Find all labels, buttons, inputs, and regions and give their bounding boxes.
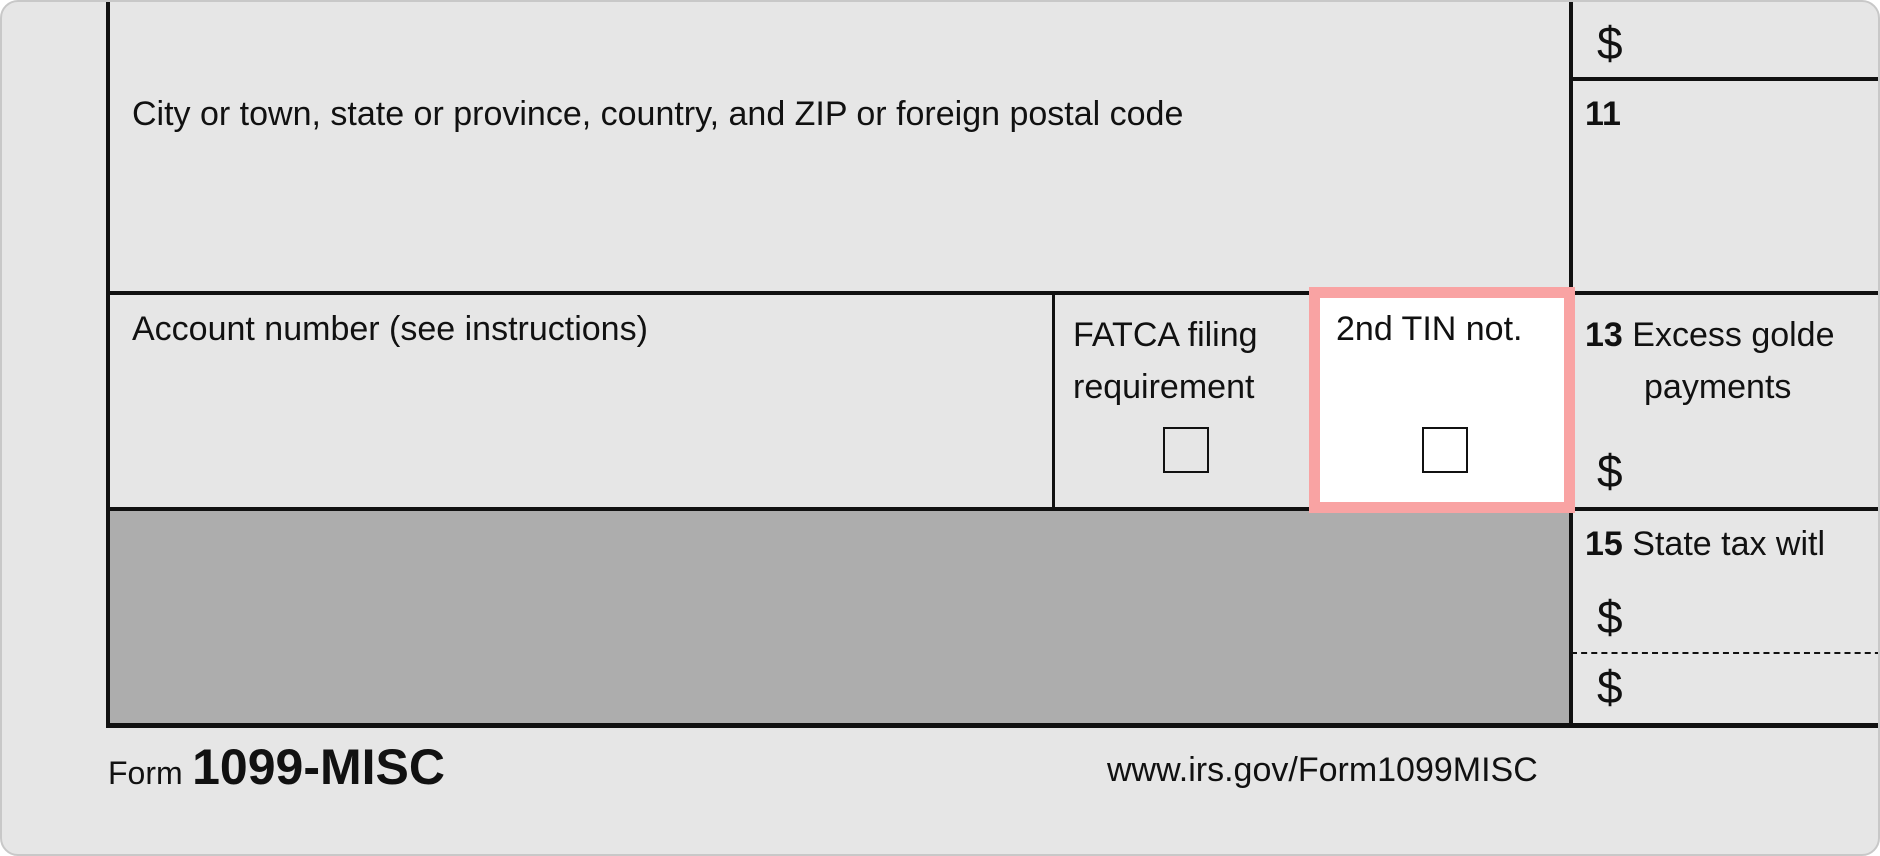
row-divider	[1571, 77, 1878, 81]
tin-checkbox[interactable]	[1422, 427, 1468, 473]
fatca-label-line2: requirement	[1073, 368, 1255, 406]
box15-number: 15	[1585, 525, 1623, 563]
box15-label: 15 State tax witl	[1585, 524, 1825, 565]
fatca-divider	[1052, 293, 1055, 510]
currency-symbol: $	[1597, 445, 1623, 497]
form-prefix: Form	[108, 755, 183, 791]
left-border	[106, 2, 110, 727]
box13-label-line2: payments	[1644, 368, 1792, 406]
box13-label: 13 Excess golde payments	[1585, 309, 1835, 413]
dashed-divider	[1571, 652, 1878, 654]
box15-label-text: State tax witl	[1632, 525, 1826, 563]
box13-number: 13	[1585, 316, 1623, 354]
tin-label: 2nd TIN not.	[1336, 310, 1523, 348]
form-url[interactable]: www.irs.gov/Form1099MISC	[1107, 750, 1538, 791]
form-viewport: $ 11 City or town, state or province, co…	[0, 0, 1880, 856]
row-divider	[106, 507, 1878, 511]
box11-number: 11	[1585, 95, 1621, 133]
fatca-label: FATCA filing requirement	[1073, 309, 1258, 413]
shaded-region	[108, 510, 1571, 725]
box13-label-line1: Excess golde	[1632, 316, 1835, 354]
account-label: Account number (see instructions)	[132, 310, 648, 348]
fatca-checkbox[interactable]	[1163, 427, 1209, 473]
currency-symbol: $	[1597, 17, 1623, 69]
form-title: Form 1099-MISC	[108, 737, 445, 797]
form-name: 1099-MISC	[192, 739, 445, 795]
row-divider	[106, 291, 1878, 295]
currency-symbol: $	[1597, 661, 1623, 713]
bottom-border	[106, 723, 1878, 728]
currency-symbol: $	[1597, 591, 1623, 643]
city-label: City or town, state or province, country…	[132, 95, 1184, 133]
fatca-label-line1: FATCA filing	[1073, 316, 1258, 354]
